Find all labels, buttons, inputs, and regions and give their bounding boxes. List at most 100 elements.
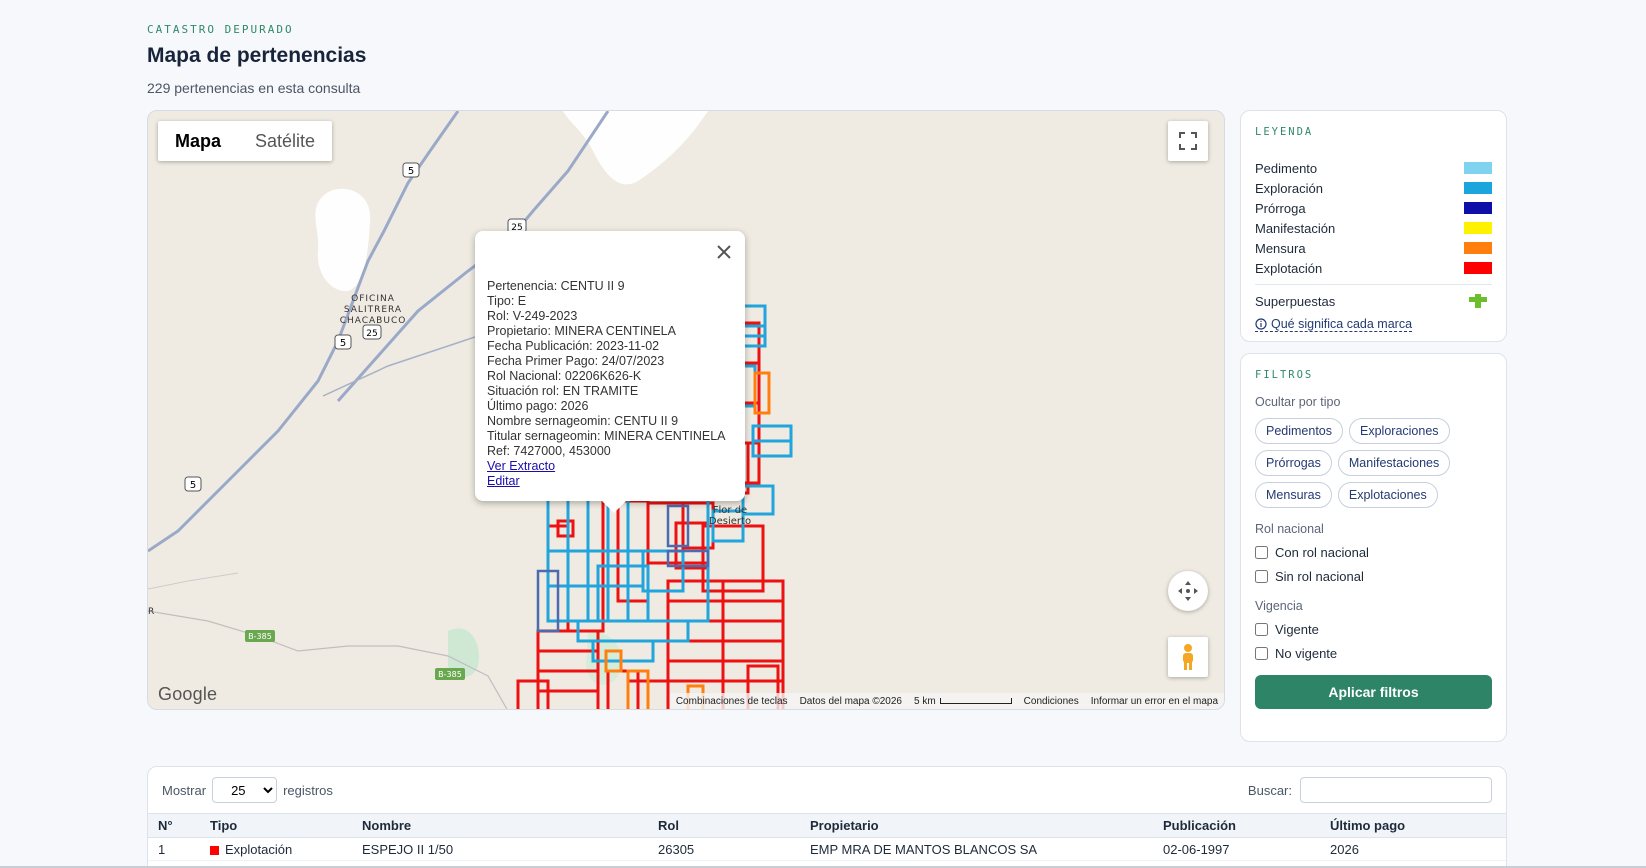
show-label: Mostrar [162,782,207,798]
page-size-select[interactable]: 25 [212,777,278,803]
col-propietario[interactable]: Propietario [800,814,1153,838]
popup-propietario: Propietario: MINERA CENTINELA [487,324,676,338]
col-tipo[interactable]: Tipo [200,814,352,838]
popup-tipo: Tipo: E [487,294,527,308]
vigente-checkbox[interactable] [1255,623,1268,636]
cell-n: 1 [148,837,200,861]
fullscreen-button[interactable] [1168,121,1208,161]
records-table: N° Tipo Nombre Rol Propietario Publicaci… [148,813,1506,861]
chip-manifestaciones[interactable]: Manifestaciones [1337,450,1451,476]
vigente-label: Vigente [1275,622,1319,637]
popup-ref: Ref: 7427000, 453000 [487,444,611,458]
map-attribution: Combinaciones de teclas Datos del mapa ©… [669,693,1224,709]
legend-title: LEYENDA [1255,126,1314,138]
col-publicacion[interactable]: Publicación [1153,814,1320,838]
rol-nacional-label: Rol nacional [1255,522,1324,536]
legend-item-explotacion: Explotación [1255,258,1492,278]
legend-item-prorroga: Prórroga [1255,198,1492,218]
svg-text:5: 5 [190,480,196,491]
hide-by-type-label: Ocultar por tipo [1255,395,1341,409]
legend-item-superpuestas: Superpuestas [1255,291,1492,311]
route-shield-b385-a: B-385 [245,630,275,642]
keyboard-shortcuts-link[interactable]: Combinaciones de teclas [676,696,788,707]
map-data-text: Datos del mapa ©2026 [799,695,902,707]
route-shield-25-b: 25 [362,324,382,340]
table-header-row: N° Tipo Nombre Rol Propietario Publicaci… [148,813,1506,838]
con-rol-label: Con rol nacional [1275,545,1369,560]
sin-rol-option[interactable]: Sin rol nacional [1255,569,1492,584]
chip-prorrogas[interactable]: Prórrogas [1255,450,1332,476]
place-label-oficina-1: OFICINA [351,294,395,304]
chip-pedimentos[interactable]: Pedimentos [1255,418,1344,444]
chip-explotaciones[interactable]: Explotaciones [1337,482,1438,508]
col-rol[interactable]: Rol [648,814,800,838]
legend-label: Explotación [1255,260,1323,276]
route-shield-5-a: 5 [402,162,420,178]
records-table-card: Mostrar 25 registros Buscar: N° Tipo Nom… [147,766,1507,868]
place-label-flor-2: Desierto [709,516,751,527]
filters-card: FILTROS Ocultar por tipo Pedimentos Expl… [1240,353,1507,742]
google-logo: Google [158,684,218,704]
street-view-button[interactable] [1168,637,1208,677]
route-shield-5-c: 5 [184,476,202,492]
search-label: Buscar: [1247,782,1292,798]
place-label-oficina-3: CHACABUCO [340,316,407,326]
cell-tipo-label: Explotación [225,841,293,857]
chip-exploraciones[interactable]: Exploraciones [1349,418,1450,444]
map-canvas[interactable]: 5 25 5 25 5 B-385 B-385 OFICINA SALITRER… [147,110,1225,710]
close-icon [717,245,731,259]
cell-propietario: EMP MRA DE MANTOS BLANCOS SA [800,837,1153,861]
chip-mensuras[interactable]: Mensuras [1255,482,1332,508]
cell-tipo: Explotación [200,837,352,861]
editar-link[interactable]: Editar [487,474,733,489]
map-type-mapa-button[interactable]: Mapa [158,121,238,161]
legend-swatch [1464,262,1492,274]
popup-situacion-rol: Situación rol: EN TRAMITE [487,384,639,398]
col-n[interactable]: N° [148,814,200,838]
terms-link[interactable]: Condiciones [1024,696,1079,707]
svg-text:B-385: B-385 [438,670,462,679]
search-input[interactable] [1300,777,1492,803]
camera-control-button[interactable] [1168,571,1208,611]
con-rol-checkbox[interactable] [1255,546,1268,559]
no-vigente-option[interactable]: No vigente [1255,646,1492,661]
table-row[interactable]: 1 Explotación ESPEJO II 1/50 26305 EMP M… [148,837,1506,861]
vigente-option[interactable]: Vigente [1255,622,1492,637]
col-nombre[interactable]: Nombre [352,814,648,838]
popup-ultimo-pago: Último pago: 2026 [487,399,589,413]
map-type-toggle[interactable]: Mapa Satélite [158,121,333,161]
popup-fecha-primer-pago: Fecha Primer Pago: 24/07/2023 [487,354,665,368]
legend-label: Superpuestas [1255,293,1336,309]
table-search: Buscar: [1248,777,1492,803]
legend-label: Mensura [1255,240,1306,256]
legend-swatch [1464,222,1492,234]
legend-item-mensura: Mensura [1255,238,1492,258]
legend-label: Exploración [1255,180,1323,196]
info-icon [1255,318,1267,330]
legend-help-link[interactable]: Qué significa cada marca [1255,317,1413,332]
legend-swatch [1464,242,1492,254]
vigencia-label: Vigencia [1255,599,1303,613]
place-label-r-edge: R [148,607,154,617]
svg-text:B-385: B-385 [248,632,272,641]
popup-nombre-sernageomin: Nombre sernageomin: CENTU II 9 [487,414,679,428]
popup-titular-sernageomin: Titular sernageomin: MINERA CENTINELA [487,429,726,443]
con-rol-option[interactable]: Con rol nacional [1255,545,1492,560]
tipo-color-dot [210,845,219,855]
scale-indicator[interactable]: 5 km [914,696,1012,707]
apply-filters-button[interactable]: Aplicar filtros [1255,675,1492,709]
scale-bar [939,697,1012,704]
sin-rol-label: Sin rol nacional [1275,569,1364,584]
cell-rol: 26305 [648,837,800,861]
map-type-satelite-button[interactable]: Satélite [238,121,332,161]
legend-item-manifestacion: Manifestación [1255,218,1492,238]
no-vigente-checkbox[interactable] [1255,647,1268,660]
place-label-oficina-2: SALITRERA [344,305,402,315]
popup-close-button[interactable] [717,245,731,263]
report-error-link[interactable]: Informar un error en el mapa [1091,696,1218,707]
green-cross-icon [1469,294,1487,308]
ver-extracto-link[interactable]: Ver Extracto [487,459,733,474]
popup-fecha-publicacion: Fecha Publicación: 2023-11-02 [487,339,660,353]
col-ultimo-pago[interactable]: Último pago [1320,814,1506,838]
sin-rol-checkbox[interactable] [1255,570,1268,583]
